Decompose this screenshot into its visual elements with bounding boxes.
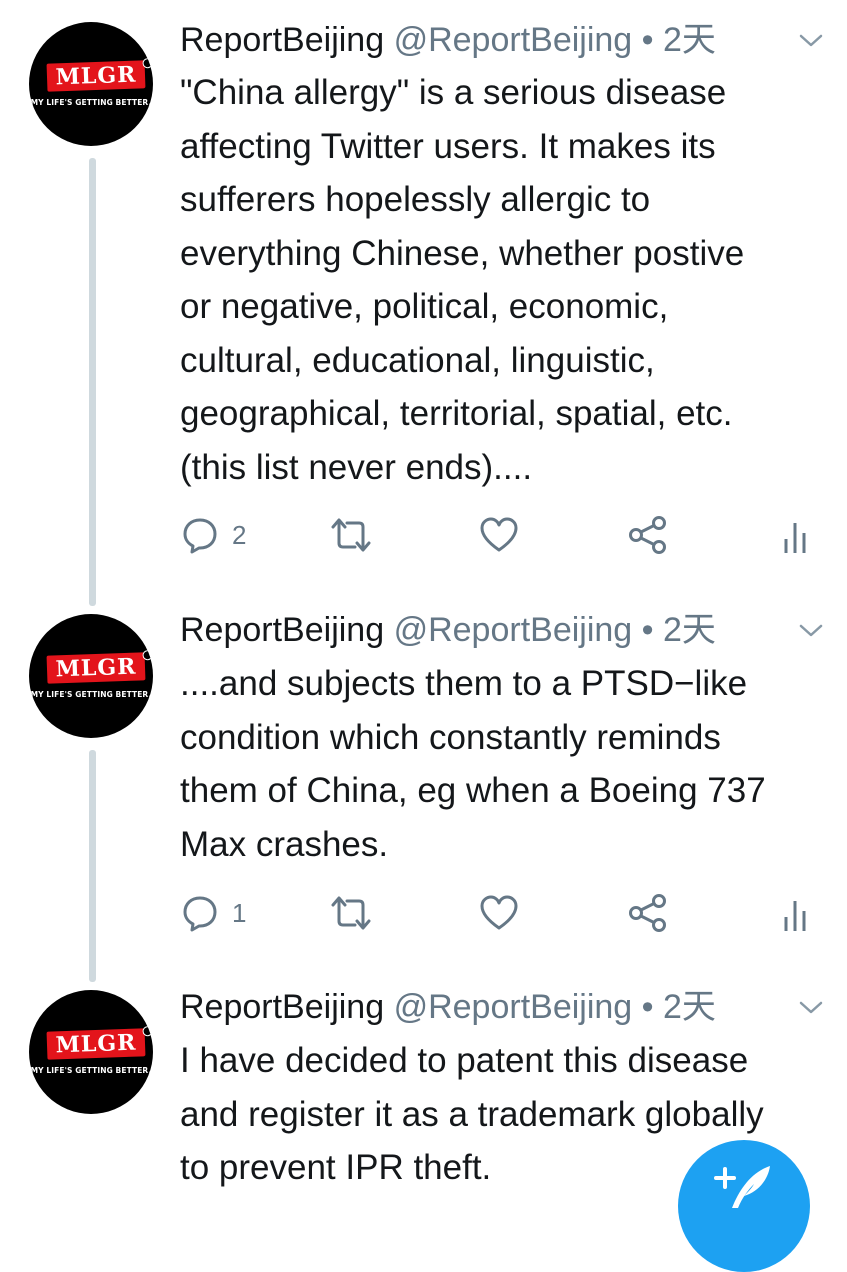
timestamp[interactable]: 2天 [663, 988, 716, 1026]
analytics-button[interactable] [782, 515, 812, 555]
analytics-button[interactable] [782, 893, 812, 933]
like-button[interactable] [478, 515, 520, 555]
share-icon [629, 894, 666, 932]
tweet-header: ReportBeijing @ReportBeijing • 2天 [180, 985, 827, 1029]
timestamp[interactable]: 2天 [663, 21, 716, 59]
thread-connector-2 [89, 750, 96, 982]
like-icon [480, 517, 518, 552]
analytics-icon [784, 523, 806, 553]
retweet-icon [331, 518, 371, 552]
tweet-text: "China allergy" is a serious disease aff… [180, 73, 745, 487]
chevron-down-icon[interactable] [796, 621, 826, 641]
reply-button[interactable]: 1 [180, 893, 246, 933]
display-name[interactable]: ReportBeijing [180, 988, 384, 1026]
share-icon [629, 516, 666, 554]
separator-dot: • [632, 988, 664, 1026]
reply-icon [183, 518, 217, 554]
mlgr-logo: MLGR [46, 58, 153, 92]
separator-dot: • [632, 611, 664, 649]
display-name[interactable]: ReportBeijing [180, 611, 384, 649]
avatar-tagline: MY LIFE'S GETTING BETTER. [30, 98, 152, 107]
retweet-button[interactable] [329, 893, 373, 933]
username[interactable]: @ReportBeijing [394, 988, 633, 1026]
reply-count: 2 [232, 519, 247, 550]
reply-button[interactable]: 2 [180, 515, 246, 555]
mlgr-logo: MLGR [46, 1026, 153, 1060]
avatar[interactable]: MLGR MY LIFE'S GETTING BETTER. [29, 614, 153, 738]
share-button[interactable] [627, 515, 669, 555]
compose-tweet-icon [714, 1166, 770, 1208]
avatar[interactable]: MLGR MY LIFE'S GETTING BETTER. [29, 990, 153, 1114]
tweet-actions: 2 [0, 515, 847, 565]
avatar[interactable]: MLGR MY LIFE'S GETTING BETTER. [29, 22, 153, 146]
like-button[interactable] [478, 893, 520, 933]
like-icon [480, 895, 518, 930]
chevron-down-icon[interactable] [796, 31, 826, 51]
reply-count: 1 [232, 897, 247, 928]
reply-icon [183, 896, 217, 932]
avatar-tagline: MY LIFE'S GETTING BETTER. [30, 1066, 152, 1075]
mlgr-logo: MLGR [46, 650, 153, 684]
timestamp[interactable]: 2天 [663, 611, 716, 649]
username[interactable]: @ReportBeijing [394, 21, 633, 59]
tweet-text: ....and subjects them to a PTSD−like con… [180, 664, 766, 864]
display-name[interactable]: ReportBeijing [180, 21, 384, 59]
tweet-actions: 1 [0, 893, 847, 943]
tweet-header: ReportBeijing @ReportBeijing • 2天 [180, 18, 827, 62]
chevron-down-icon[interactable] [796, 998, 826, 1018]
compose-tweet-button[interactable] [678, 1140, 810, 1272]
separator-dot: • [632, 21, 664, 59]
retweet-icon [331, 896, 371, 930]
retweet-button[interactable] [329, 515, 373, 555]
username[interactable]: @ReportBeijing [394, 611, 633, 649]
share-button[interactable] [627, 893, 669, 933]
tweet-header: ReportBeijing @ReportBeijing • 2天 [180, 608, 827, 652]
analytics-icon [784, 901, 806, 931]
avatar-tagline: MY LIFE'S GETTING BETTER. [30, 690, 152, 699]
